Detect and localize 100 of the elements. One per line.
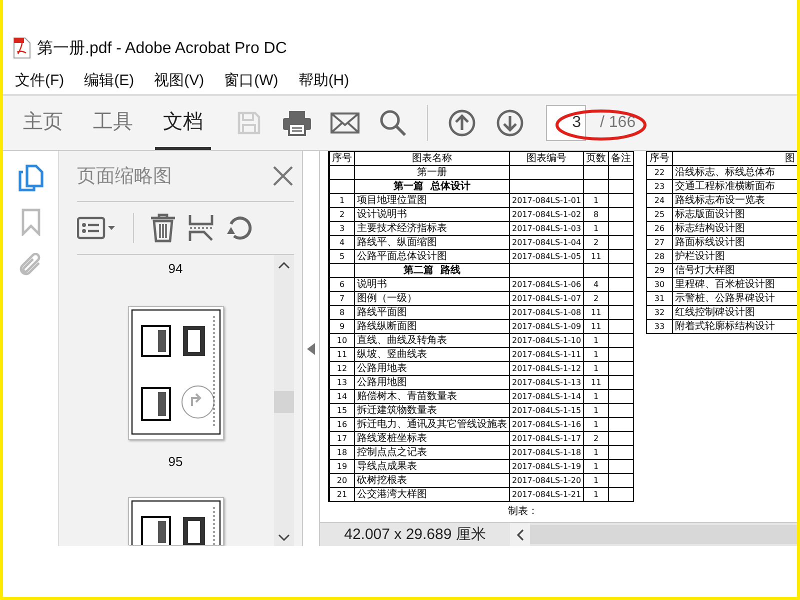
table-cell: 示警桩、公路界碑设计 <box>672 292 797 306</box>
table-cell: 8 <box>329 306 354 320</box>
column-header: 图 <box>672 152 797 166</box>
rotate-icon[interactable] <box>226 214 254 242</box>
table-cell: 29 <box>646 264 672 278</box>
table-cell: 路线逐桩坐标表 <box>354 432 510 446</box>
table-cell: 路面标线设计图 <box>672 236 797 250</box>
table-cell: 2017-084LS-1-21 <box>510 488 584 502</box>
table-cell: 11 <box>584 376 609 390</box>
page-thumbnail[interactable] <box>128 497 224 545</box>
close-icon[interactable] <box>272 165 294 187</box>
window-title: 第一册.pdf - Adobe Acrobat Pro DC <box>37 38 287 58</box>
table-cell: 路线纵断面图 <box>354 320 510 334</box>
table-cell: 直线、曲线及转角表 <box>354 334 510 348</box>
table-cell: 2017-084LS-1-04 <box>510 236 584 250</box>
table-cell: 4 <box>584 278 609 292</box>
table-cell: 27 <box>646 236 672 250</box>
page-thumbnail[interactable] <box>128 306 224 440</box>
tab[interactable]: 工具 <box>85 96 141 150</box>
table-cell: 31 <box>646 292 672 306</box>
table-cell: 2 <box>584 236 609 250</box>
table-cell: 2017-084LS-1-12 <box>510 362 584 376</box>
table-cell: 控制点点之记表 <box>354 446 510 460</box>
table-cell: 17 <box>329 432 354 446</box>
table-cell: 1 <box>584 418 609 432</box>
table-cell: 19 <box>329 460 354 474</box>
table-cell: 公路平面总体设计图 <box>354 250 510 264</box>
table-cell: 2017-084LS-1-16 <box>510 418 584 432</box>
table-cell: 1 <box>329 194 354 208</box>
tab[interactable]: 主页 <box>15 96 71 150</box>
table-cell: 2017-084LS-1-19 <box>510 460 584 474</box>
panel-title: 页面缩略图 <box>77 165 172 189</box>
table-cell: 7 <box>329 292 354 306</box>
table-cell: 2017-084LS-1-11 <box>510 348 584 362</box>
page-number: 94 <box>168 261 183 276</box>
table-cell: 2017-084LS-1-18 <box>510 446 584 460</box>
table-cell: 1 <box>584 474 609 488</box>
table-cell: 设计说明书 <box>354 208 510 222</box>
horizontal-scrollbar[interactable] <box>530 525 797 544</box>
table-cell: 5 <box>329 250 354 264</box>
collapse-panel-icon[interactable] <box>306 342 314 354</box>
extract-pages-icon[interactable] <box>188 214 214 242</box>
table-cell: 2017-084LS-1-13 <box>510 376 584 390</box>
table-cell: 图例（一级） <box>354 292 510 306</box>
table-cell: 2 <box>584 292 609 306</box>
table-cell: 赔偿树木、青苗数量表 <box>354 390 510 404</box>
table-cell: 2017-084LS-1-20 <box>510 474 584 488</box>
table-cell: 1 <box>584 488 609 502</box>
trash-icon[interactable] <box>150 213 176 243</box>
table-cell: 2017-084LS-1-01 <box>510 194 584 208</box>
table-cell: 10 <box>329 334 354 348</box>
table-cell: 2017-084LS-1-08 <box>510 306 584 320</box>
section-heading: 第一篇 总体设计 <box>354 180 510 194</box>
column-header: 序号 <box>646 152 672 166</box>
table-cell: 主要技术经济指标表 <box>354 222 510 236</box>
table-cell: 1 <box>584 446 609 460</box>
table-cell: 9 <box>329 320 354 334</box>
menu-item[interactable]: 文件(F) <box>12 70 74 90</box>
table-cell: 21 <box>329 488 354 502</box>
table-cell: 1 <box>584 390 609 404</box>
table-cell: 4 <box>329 236 354 250</box>
pages-icon[interactable] <box>16 163 46 193</box>
table-cell: 红线控制碑设计图 <box>672 306 797 320</box>
table-cell: 公路用地图 <box>354 376 510 390</box>
table-cell: 路线平面图 <box>354 306 510 320</box>
column-header: 图表名称 <box>354 152 510 166</box>
table-cell: 8 <box>584 208 609 222</box>
table-cell: 拆迁建筑物数量表 <box>354 404 510 418</box>
table-cell: 纵坡、竖曲线表 <box>354 348 510 362</box>
table-cell: 公交港湾大样图 <box>354 488 510 502</box>
table-cell: 公路用地表 <box>354 362 510 376</box>
table-cell: 28 <box>646 250 672 264</box>
table-cell: 30 <box>646 278 672 292</box>
section-heading: 第一册 <box>354 166 510 180</box>
table-cell: 2017-084LS-1-06 <box>510 278 584 292</box>
menu-item[interactable]: 编辑(E) <box>81 70 144 90</box>
options-list-icon[interactable] <box>77 215 117 241</box>
scroll-left-icon[interactable] <box>516 528 524 540</box>
table-cell: 沿线标志、标线总体布 <box>672 166 797 180</box>
scrollbar-thumb[interactable] <box>274 390 294 412</box>
table-cell: 1 <box>584 460 609 474</box>
table-cell: 11 <box>584 306 609 320</box>
table-cell: 信号灯大样图 <box>672 264 797 278</box>
menu-item[interactable]: 帮助(H) <box>295 70 358 90</box>
table-cell: 2 <box>584 432 609 446</box>
table-cell: 砍树挖根表 <box>354 474 510 488</box>
table-cell: 拆迁电力、通讯及其它管线设施表 <box>354 418 510 432</box>
table-cell: 20 <box>329 474 354 488</box>
table-cell: 路线标志布设一览表 <box>672 194 797 208</box>
table-cell: 15 <box>329 404 354 418</box>
menu-item[interactable]: 视图(V) <box>151 70 214 90</box>
table-cell: 2017-084LS-1-14 <box>510 390 584 404</box>
table-cell: 1 <box>584 348 609 362</box>
scroll-up-icon[interactable] <box>278 261 290 269</box>
page-number: 95 <box>168 454 183 469</box>
table-cell: 22 <box>646 166 672 180</box>
scroll-down-icon[interactable] <box>278 534 290 542</box>
section-heading: 第二篇 路线 <box>354 264 510 278</box>
menu-item[interactable]: 窗口(W) <box>221 70 288 90</box>
table-cell: 1 <box>584 362 609 376</box>
